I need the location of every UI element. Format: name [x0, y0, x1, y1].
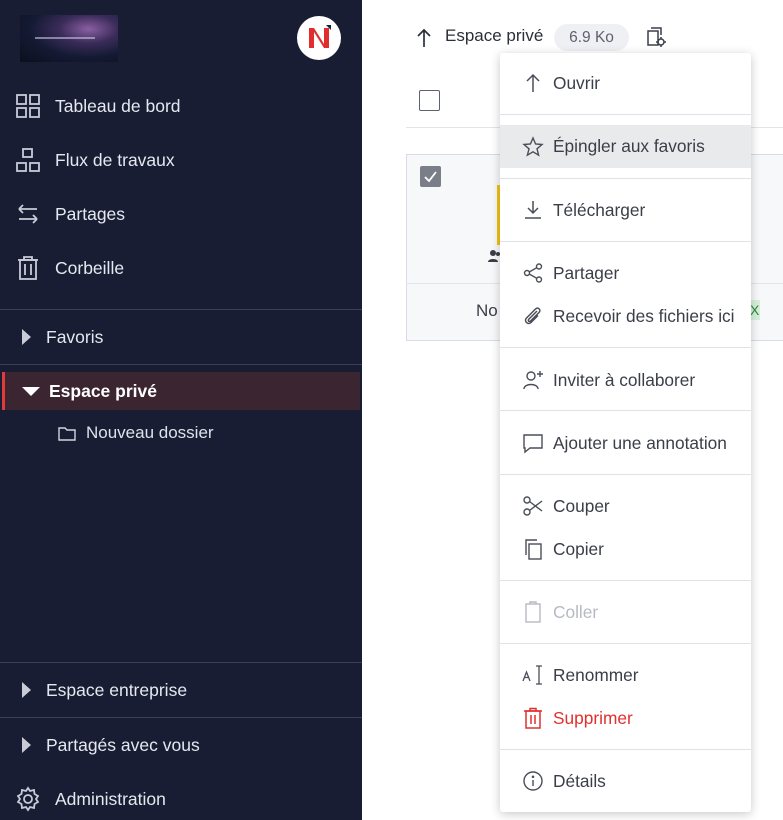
nav-item-label: Tableau de bord [55, 95, 181, 116]
folder-item-nouveau-dossier[interactable]: Nouveau dossier [58, 420, 214, 446]
brand-logo[interactable] [297, 16, 341, 60]
caret-right-icon [22, 329, 31, 345]
menu-item-copy[interactable]: Copier [500, 529, 751, 569]
nav-item-workflows[interactable]: Flux de travaux [0, 140, 362, 180]
arrow-up-icon [526, 73, 540, 92]
nav-item-label: Partages [55, 203, 126, 224]
menu-item-label: Couper [553, 495, 610, 516]
check-icon [424, 171, 437, 183]
card-tag: X [750, 300, 760, 320]
download-icon [525, 201, 541, 219]
menu-item-details[interactable]: Détails [500, 761, 751, 801]
card-checkbox[interactable] [420, 166, 441, 187]
nav-item-trash[interactable]: Corbeille [0, 248, 362, 288]
share-icon [523, 263, 543, 283]
menu-item-label: Ouvrir [553, 72, 601, 93]
menu-item-download[interactable]: Télécharger [500, 190, 751, 230]
rename-icon [522, 665, 542, 685]
size-badge: 6.9 Ko [554, 24, 629, 51]
arrow-up-icon[interactable] [414, 27, 434, 49]
caret-right-icon [22, 682, 31, 698]
menu-item-label: Copier [553, 538, 604, 559]
menu-item-label: Télécharger [553, 199, 646, 220]
section-favoris[interactable]: Favoris [0, 318, 362, 356]
menu-divider [500, 474, 751, 475]
section-espace-prive[interactable]: Espace privé [2, 372, 360, 410]
section-partages-avec-vous[interactable]: Partagés avec vous [0, 726, 362, 764]
menu-item-pin-favorite[interactable]: Épingler aux favoris [500, 125, 751, 168]
menu-item-label: Détails [553, 770, 606, 791]
sidebar-divider [0, 309, 362, 310]
nav-item-shares[interactable]: Partages [0, 194, 362, 234]
menu-item-invite-collaborate[interactable]: Inviter à collaborer [500, 360, 751, 400]
menu-item-paste[interactable]: Coller [500, 592, 751, 632]
menu-item-label: Inviter à collaborer [553, 369, 696, 390]
nav-item-label: Corbeille [55, 257, 125, 278]
menu-item-label: Renommer [553, 664, 639, 685]
nav-item-label: Administration [55, 788, 166, 809]
nav-item-label: Flux de travaux [55, 149, 175, 170]
menu-divider [500, 241, 751, 242]
star-icon [522, 135, 544, 157]
menu-divider [500, 643, 751, 644]
workflow-icon [16, 148, 40, 172]
menu-item-cut[interactable]: Couper [500, 486, 751, 526]
section-label: Favoris [46, 326, 104, 347]
menu-item-label: Coller [553, 601, 599, 622]
section-label: Espace entreprise [46, 679, 188, 700]
sidebar-divider [0, 717, 362, 718]
copy-icon [525, 539, 542, 560]
nav-item-dashboard[interactable]: Tableau de bord [0, 86, 362, 126]
paperclip-icon [524, 307, 541, 325]
workspace-settings-icon[interactable] [645, 27, 667, 49]
section-espace-entreprise[interactable]: Espace entreprise [0, 671, 362, 709]
menu-item-label: Supprimer [553, 707, 633, 728]
menu-item-label: Recevoir des fichiers ici [553, 305, 735, 326]
menu-divider [500, 114, 751, 115]
menu-item-label: Ajouter une annotation [553, 432, 727, 453]
caret-right-icon [22, 737, 31, 753]
section-label: Espace privé [49, 380, 157, 401]
menu-divider [500, 749, 751, 750]
info-icon [523, 771, 543, 791]
menu-item-label: Partager [553, 262, 620, 283]
grid-icon [16, 94, 40, 118]
select-all-checkbox[interactable] [419, 90, 440, 111]
breadcrumb[interactable]: Espace privé [445, 26, 543, 46]
menu-divider [500, 580, 751, 581]
menu-item-label: Épingler aux favoris [553, 136, 705, 156]
menu-divider [500, 178, 751, 179]
menu-item-share[interactable]: Partager [500, 253, 751, 293]
add-user-icon [523, 371, 543, 390]
menu-item-add-annotation[interactable]: Ajouter une annotation [500, 423, 751, 463]
sidebar-divider [0, 364, 362, 365]
nav-item-administration[interactable]: Administration [0, 779, 362, 819]
menu-divider [500, 410, 751, 411]
menu-item-receive-files[interactable]: Recevoir des fichiers ici [500, 296, 751, 336]
menu-item-open[interactable]: Ouvrir [500, 63, 751, 103]
sidebar-divider [0, 662, 362, 663]
trash-icon [18, 256, 38, 280]
gear-icon [16, 786, 40, 812]
caret-down-icon [22, 386, 40, 396]
folder-icon [58, 426, 76, 441]
comment-icon [523, 434, 543, 454]
card-name: No [476, 301, 498, 320]
trash-icon [524, 707, 542, 729]
folder-label: Nouveau dossier [86, 423, 214, 442]
clipboard-icon [525, 601, 541, 623]
menu-item-rename[interactable]: Renommer [500, 655, 751, 695]
section-label: Partagés avec vous [46, 734, 200, 755]
scissors-icon [523, 496, 543, 516]
menu-item-delete[interactable]: Supprimer [500, 698, 751, 738]
menu-divider [500, 347, 751, 348]
swap-icon [18, 204, 38, 224]
workspace-banner-image [20, 15, 118, 62]
